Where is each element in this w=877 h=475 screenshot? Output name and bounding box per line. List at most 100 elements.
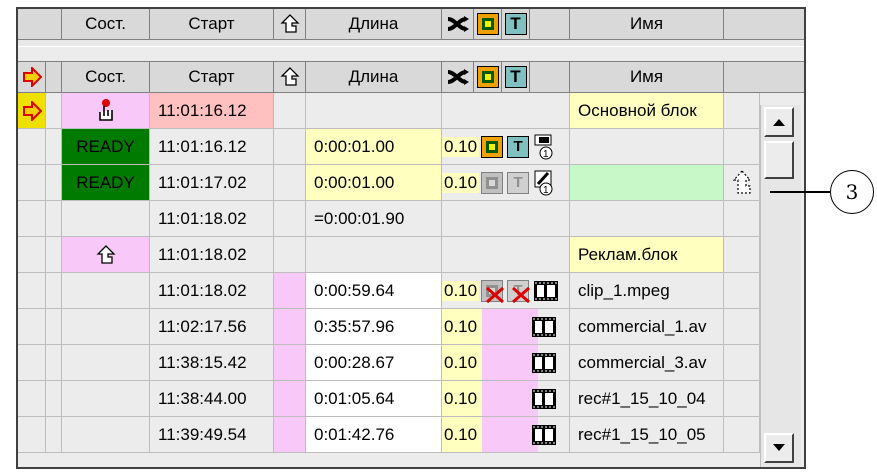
title-t-icon-disabled[interactable]: T (507, 171, 530, 194)
effects-cell: 0.10 (442, 381, 570, 417)
start-cell: 11:01:18.02 (150, 273, 274, 309)
table-row[interactable]: 11:39:49.54 0:01:42.76 0.10 rec#1_15_10_… (18, 417, 760, 453)
header-state-label-2: Сост. (85, 67, 126, 86)
state-cell (62, 93, 150, 129)
shuffle-icon (447, 16, 469, 32)
effects-cell: 0.10 (442, 417, 570, 453)
header-duration-label-2: Длина (348, 67, 399, 86)
return-cell (274, 237, 306, 273)
duration-cell: =0:00:01.90 (306, 201, 442, 237)
shuffle-icon (447, 69, 469, 85)
logo-sub-icon: 1 (534, 134, 553, 160)
table-row[interactable]: 11:38:44.00 0:01:05.64 0.10 rec#1_15_10_… (18, 381, 760, 417)
effects-cell: 0.10 T (442, 273, 570, 309)
level-value: 0.10 (442, 136, 480, 157)
duration-cell: 0:00:28.67 (306, 345, 442, 381)
playlist-grid: Сост. Старт Длина T Имя Сост. Старт Длин… (16, 7, 806, 469)
header-gap (46, 62, 62, 92)
header-duration[interactable]: Длина (306, 9, 442, 39)
header-name-label-2: Имя (629, 67, 664, 86)
header-start-2[interactable]: Старт (150, 62, 274, 92)
header-shuffle[interactable] (442, 9, 474, 39)
header-name[interactable]: Имя (570, 9, 724, 39)
scroll-up-button[interactable] (764, 107, 794, 137)
row-gap (46, 309, 62, 345)
vertical-scrollbar[interactable] (760, 105, 801, 467)
table-row[interactable]: READY 11:01:17.02 0:00:01.00 0.10 T 1 (18, 165, 760, 201)
start-cell: 11:01:18.02 (150, 201, 274, 237)
table-row[interactable]: 11:01:18.02 0:00:59.64 0.10 T clip_1.mpe… (18, 273, 760, 309)
state-cell (62, 381, 150, 417)
title-t-icon: T (504, 66, 527, 88)
marker-cell (18, 345, 46, 381)
table-row[interactable]: 11:01:18.02 =0:00:01.90 (18, 201, 760, 237)
duration-cell: 0:35:57.96 (306, 309, 442, 345)
header-corner (18, 9, 62, 39)
header-duration-2[interactable]: Длина (306, 62, 442, 92)
callout-line (770, 191, 830, 193)
overlay-icon (476, 66, 499, 88)
overlay-icon[interactable] (481, 135, 504, 158)
header-separator (18, 39, 804, 47)
return-cell (274, 129, 306, 165)
header-title-2[interactable]: T (502, 62, 530, 92)
header-state[interactable]: Сост. (62, 9, 150, 39)
film-icon (532, 316, 557, 337)
header-shuffle-2[interactable] (442, 62, 474, 92)
overlay-icon-disabled[interactable] (481, 171, 504, 194)
name-cell (570, 129, 724, 165)
marker-cell (18, 417, 46, 453)
table-row[interactable]: 11:01:16.12 Основной блок (18, 93, 760, 129)
header-state-2[interactable]: Сост. (62, 62, 150, 92)
state-ready-badge: READY (62, 165, 150, 201)
triangle-down-icon (773, 444, 785, 451)
level-value: 0.10 (444, 352, 478, 372)
film-icon (532, 424, 557, 445)
name-cell (570, 201, 724, 237)
scroll-thumb[interactable] (764, 141, 794, 179)
header-arrow[interactable] (18, 62, 46, 92)
return-arrow-icon (95, 244, 116, 264)
return-arrow-icon (279, 67, 300, 86)
marker-cell (18, 129, 46, 165)
title-t-icon[interactable]: T (507, 135, 530, 158)
row-gap (46, 165, 62, 201)
callout-number: 3 (830, 170, 874, 214)
title-off-icon[interactable]: T (507, 279, 531, 303)
effects-cell: 0.10 T 1 (442, 165, 570, 201)
marker-cell (18, 309, 46, 345)
film-icon (534, 280, 559, 301)
overlay-off-icon[interactable] (481, 279, 505, 303)
header-overlay-2[interactable] (474, 62, 502, 92)
extra-cell (724, 345, 760, 381)
table-row[interactable]: 11:02:17.56 0:35:57.96 0.10 commercial_1… (18, 309, 760, 345)
header-start[interactable]: Старт (150, 9, 274, 39)
duration-cell: 0:00:01.00 (306, 129, 442, 165)
red-yellow-arrow-icon (22, 67, 42, 87)
header-extra (724, 9, 804, 39)
header-title[interactable]: T (502, 9, 530, 39)
header-overlay[interactable] (474, 9, 502, 39)
start-cell: 11:38:44.00 (150, 381, 274, 417)
marker-cell (18, 201, 46, 237)
level-value: 0.10 (442, 280, 480, 301)
table-row[interactable]: 11:01:18.02 Реклам.блок (18, 237, 760, 273)
header-return-2[interactable] (274, 62, 306, 92)
duration-cell: 0:00:59.64 (306, 273, 442, 309)
table-row[interactable]: READY 11:01:16.12 0:00:01.00 0.10 T 1 (18, 129, 760, 165)
header-name-2[interactable]: Имя (570, 62, 724, 92)
row-gap (46, 201, 62, 237)
header-duration-label: Длина (348, 14, 399, 33)
svg-text:1: 1 (543, 149, 549, 160)
table-row[interactable]: 11:38:15.42 0:00:28.67 0.10 commercial_3… (18, 345, 760, 381)
header-state-label: Сост. (85, 14, 126, 33)
header-return[interactable] (274, 9, 306, 39)
header-start-label: Старт (188, 14, 235, 33)
effects-cell (442, 237, 570, 273)
return-cell (274, 345, 306, 381)
name-cell: commercial_3.av (570, 345, 724, 381)
effects-cell: 0.10 (442, 309, 570, 345)
row-gap (46, 417, 62, 453)
return-cell (274, 165, 306, 201)
scroll-down-button[interactable] (764, 433, 794, 463)
